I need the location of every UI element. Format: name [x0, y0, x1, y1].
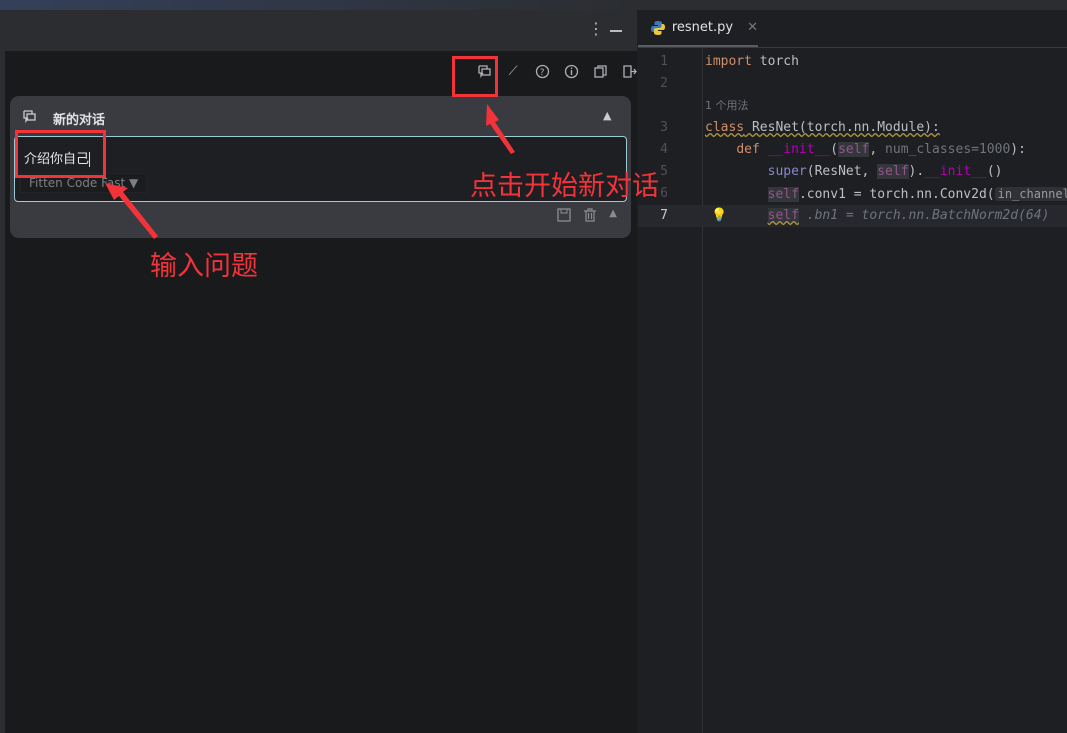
arrow-to-input	[105, 183, 158, 239]
annotation-input: 输入问题	[150, 251, 258, 282]
arrow-to-new-chat	[486, 104, 515, 154]
annotation-new-chat: 点击开始新对话	[470, 171, 659, 202]
annotation-arrows	[105, 104, 515, 239]
